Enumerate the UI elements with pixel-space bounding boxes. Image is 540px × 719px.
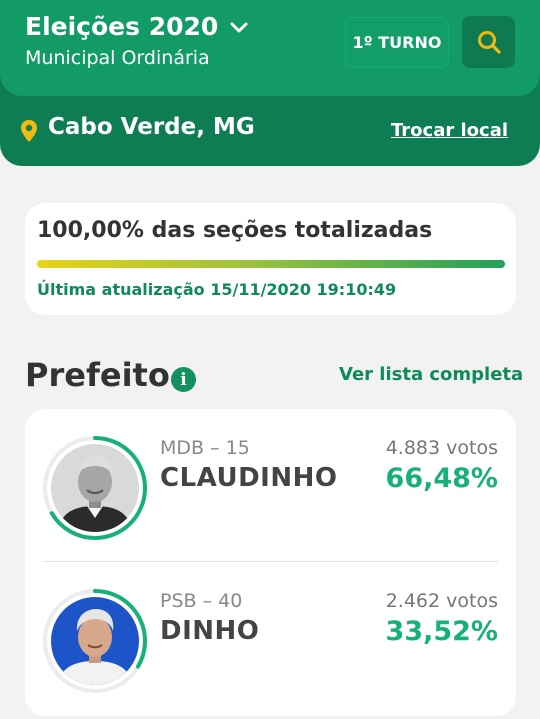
election-selector[interactable]: Eleições 2020	[25, 12, 250, 41]
candidate-votes: 2.462 votos	[385, 590, 498, 612]
candidate-name: CLAUDINHO	[160, 463, 338, 493]
search-icon	[477, 31, 501, 54]
candidate-party: PSB – 40	[160, 590, 243, 612]
chevron-down-icon	[230, 22, 248, 32]
totalization-progress-bar	[37, 260, 505, 268]
location-name: Cabo Verde, MG	[48, 114, 255, 140]
candidate-party: MDB – 15	[160, 437, 250, 459]
office-title: Prefeito	[25, 356, 170, 394]
candidate-avatar	[41, 587, 149, 695]
change-location-link[interactable]: Trocar local	[391, 120, 508, 141]
turno-button[interactable]: 1º TURNO	[345, 17, 449, 68]
candidate-row[interactable]: PSB – 40 DINHO 2.462 votos 33,52%	[25, 562, 516, 712]
see-full-list-link[interactable]: Ver lista completa	[339, 364, 523, 385]
last-update-label: Última atualização 15/11/2020 19:10:49	[37, 280, 397, 299]
candidate-name: DINHO	[160, 616, 260, 646]
candidate-avatar	[41, 434, 149, 542]
candidates-card: MDB – 15 CLAUDINHO 4.883 votos 66,48% PS…	[25, 409, 516, 716]
candidate-photo	[51, 597, 139, 685]
sections-totalized-label: 100,00% das seções totalizadas	[37, 218, 433, 243]
header-bar: Eleições 2020 Municipal Ordinária 1º TUR…	[0, 0, 540, 166]
candidate-photo	[51, 444, 139, 532]
totals-card: 100,00% das seções totalizadas Última at…	[25, 203, 516, 315]
info-icon[interactable]: i	[171, 367, 196, 392]
election-subtitle: Municipal Ordinária	[25, 47, 210, 69]
candidate-percent: 66,48%	[385, 463, 498, 494]
candidate-votes: 4.883 votos	[385, 437, 498, 459]
search-button[interactable]	[462, 16, 515, 68]
election-title: Eleições 2020	[25, 12, 219, 41]
candidate-percent: 33,52%	[385, 616, 498, 647]
election-header: Eleições 2020 Municipal Ordinária 1º TUR…	[0, 0, 540, 96]
candidate-row[interactable]: MDB – 15 CLAUDINHO 4.883 votos 66,48%	[25, 409, 516, 559]
location-pin-icon	[21, 120, 37, 142]
